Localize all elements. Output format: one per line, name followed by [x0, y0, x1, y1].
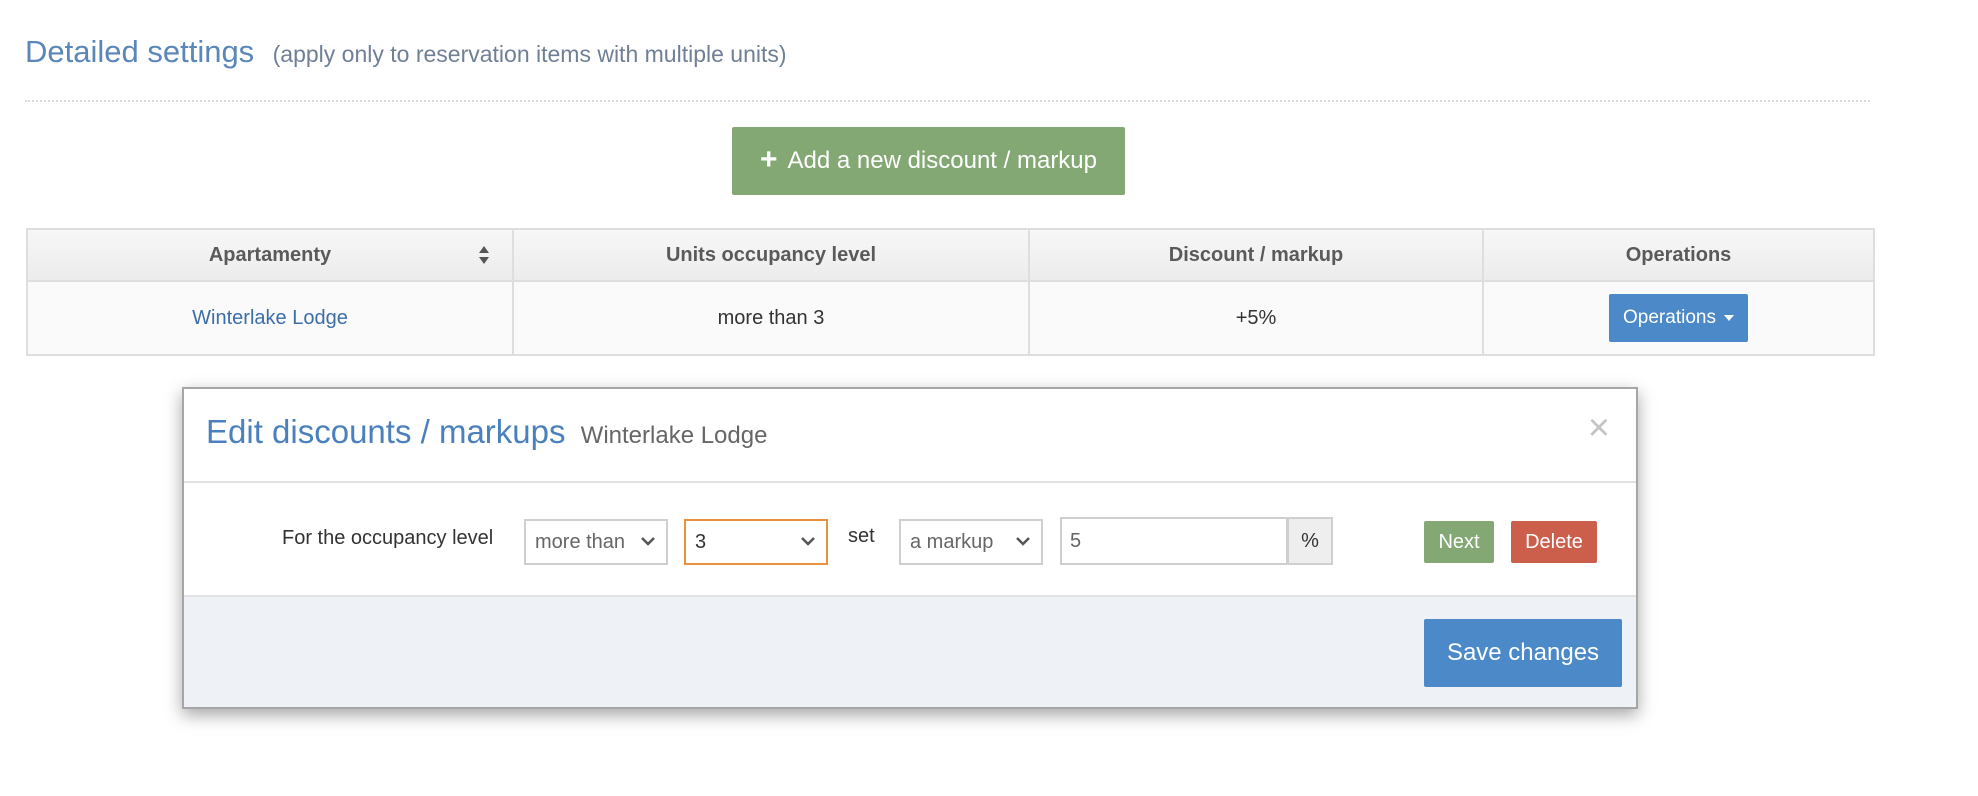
add-discount-label: Add a new discount / markup — [787, 147, 1098, 174]
apartment-link[interactable]: Winterlake Lodge — [192, 307, 348, 329]
occupancy-level-label: For the occupancy level — [282, 527, 494, 549]
column-header-occupancy: Units occupancy level — [512, 228, 1030, 282]
discount-cell: +5% — [1028, 280, 1484, 356]
discounts-table: Apartamenty Units occupancy level Discou… — [26, 228, 1875, 356]
close-icon[interactable]: × — [1588, 409, 1610, 447]
column-header-apartment[interactable]: Apartamenty — [26, 228, 514, 282]
apartment-cell: Winterlake Lodge — [26, 280, 514, 356]
comparison-select[interactable]: more than — [524, 519, 668, 565]
column-header-label: Apartamenty — [208, 243, 332, 266]
occupancy-cell: more than 3 — [512, 280, 1030, 356]
column-header-operations: Operations — [1482, 228, 1875, 282]
modal-subtitle: Winterlake Lodge — [580, 422, 768, 449]
modal-title: Edit discounts / markups — [206, 413, 566, 450]
divider — [25, 100, 1870, 102]
plus-icon: + — [759, 142, 778, 176]
column-header-discount: Discount / markup — [1028, 228, 1484, 282]
type-select[interactable]: a markup — [899, 519, 1043, 565]
table-row: Winterlake Lodge more than 3 +5% Operati… — [26, 280, 1875, 356]
modal-footer: Save changes — [184, 597, 1636, 707]
set-label: set — [848, 525, 875, 547]
chevron-down-icon — [801, 537, 815, 546]
section-title: Detailed settings — [25, 34, 255, 69]
next-button[interactable]: Next — [1424, 521, 1494, 563]
operations-cell: Operations — [1482, 280, 1875, 356]
caret-down-icon — [1723, 315, 1734, 321]
modal-body: For the occupancy level more than 3 set … — [184, 483, 1636, 597]
operations-dropdown-button[interactable]: Operations — [1609, 294, 1748, 342]
add-discount-button[interactable]: + Add a new discount / markup — [732, 127, 1125, 195]
section-header: Detailed settings (apply only to reserva… — [25, 34, 787, 70]
chevron-down-icon — [1016, 537, 1030, 546]
operations-label: Operations — [1623, 307, 1716, 328]
section-note: (apply only to reservation items with mu… — [272, 41, 787, 67]
comparison-select-value: more than — [535, 530, 626, 553]
edit-discount-modal: Edit discounts / markups Winterlake Lodg… — [182, 387, 1638, 709]
modal-header: Edit discounts / markups Winterlake Lodg… — [184, 389, 1636, 483]
level-select-value: 3 — [695, 530, 707, 553]
table-header-row: Apartamenty Units occupancy level Discou… — [26, 228, 1875, 282]
modal-title-wrap: Edit discounts / markups Winterlake Lodg… — [206, 413, 767, 451]
save-changes-button[interactable]: Save changes — [1424, 619, 1622, 687]
chevron-down-icon — [641, 537, 655, 546]
level-select[interactable]: 3 — [684, 519, 828, 565]
amount-input[interactable] — [1060, 517, 1288, 565]
percent-addon: % — [1287, 517, 1333, 565]
type-select-value: a markup — [910, 530, 994, 553]
delete-button[interactable]: Delete — [1511, 521, 1597, 563]
sort-icon[interactable] — [478, 244, 490, 266]
